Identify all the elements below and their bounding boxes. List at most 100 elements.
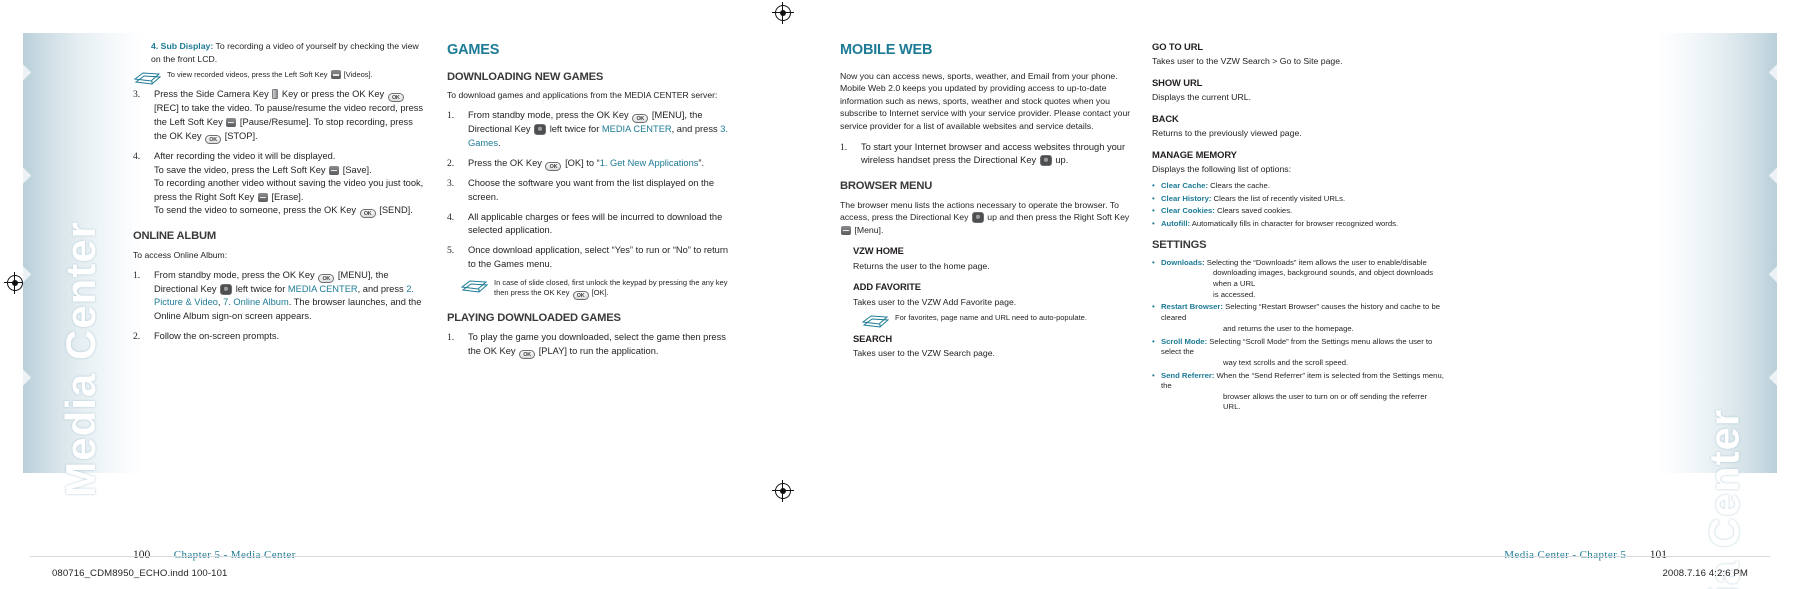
mw-step-1: 1. To start your Internet browser and ac… <box>840 141 1132 168</box>
ok-key-icon: OK <box>318 273 335 283</box>
bullet-clear-cache: Clear Cache: Clears the cache. <box>1152 180 1444 192</box>
bullet-clear-cache-desc: Clears the cache. <box>1208 180 1270 190</box>
directional-key-icon <box>220 283 233 295</box>
dl-step-2-number: 2. <box>447 157 455 169</box>
bullet-clear-history-desc: Clears the list of recently visited URLs… <box>1211 193 1346 203</box>
menu-item-show-url-desc: Displays the current URL. <box>1152 92 1251 103</box>
directional-key-icon <box>534 123 547 135</box>
menu-item-add-favorite-title: ADD FAVORITE <box>853 281 921 293</box>
sub-display-note: 4. Sub Display: To recording a video of … <box>151 40 425 65</box>
column-2: GAMES DOWNLOADING NEW GAMES To download … <box>447 40 737 365</box>
oa-step-2-number: 2. <box>133 330 141 342</box>
browser-menu-text-b: up and then press the Right Soft Key <box>984 212 1130 223</box>
bullet-clear-history: Clear History: Clears the list of recent… <box>1152 193 1444 205</box>
browser-menu-text: The browser menu lists the actions neces… <box>840 199 1132 237</box>
note-cards-icon <box>460 279 489 298</box>
ok-key-icon: OK <box>387 93 404 103</box>
bullet-clear-cookies-desc: Clears saved cookies. <box>1214 206 1293 216</box>
bullet-send-referrer: Send Referrer: When the “Send Referrer” … <box>1152 370 1444 414</box>
side-camera-key-icon <box>272 89 279 100</box>
mw-step-1-number: 1. <box>840 141 848 153</box>
heading-mobile-web: MOBILE WEB <box>840 42 933 58</box>
bullet-clear-cookies-term: Clear Cookies: <box>1161 206 1215 216</box>
playing-steps-list: 1. To play the game you downloaded, sele… <box>447 331 737 359</box>
manage-memory-bullets: Clear Cache: Clears the cache. Clear His… <box>1152 180 1444 230</box>
step-4-line-4b: [SEND]. <box>376 205 413 216</box>
sub-display-term: 4. Sub Display: <box>151 41 214 51</box>
oa-step-1-number: 1. <box>133 269 141 281</box>
mobile-web-steps-list: 1. To start your Internet browser and ac… <box>840 141 1132 168</box>
note-view-videos-b: [Videos]. <box>341 70 373 80</box>
footer-right: Media Center - Chapter 5 101 <box>1504 549 1667 561</box>
oa-step-2-text: Follow the on-screen prompts. <box>154 330 280 341</box>
dl-step-5-text: Once download application, select “Yes” … <box>468 245 729 269</box>
bullet-autofill-term: Autofill: <box>1161 219 1191 229</box>
chapter-tab-left: Media Center <box>57 221 104 497</box>
left-soft-key-icon <box>329 165 340 175</box>
step-3-a: Press the Side Camera Key <box>154 89 272 100</box>
menu-item-back-desc: Returns to the previously viewed page. <box>1152 128 1302 139</box>
step-3-number: 3. <box>133 89 141 101</box>
bullet-restart-browser-term: Restart Browser: <box>1161 302 1223 312</box>
note-favorites-text: For favorites, page name and URL need to… <box>895 313 1087 323</box>
mobile-web-intro: Now you can access news, sports, weather… <box>840 70 1131 132</box>
menu-item-go-to-url-desc: Takes user to the VZW Search > Go to Sit… <box>1152 56 1343 67</box>
note-slide-closed: In case of slide closed, first unlock th… <box>460 277 737 301</box>
menu-item-go-to-url-title: GO TO URL <box>1152 41 1204 52</box>
directional-key-icon <box>971 212 984 224</box>
dl-link-get-new-applications: 1. Get New Applications <box>599 157 699 168</box>
dl-step-1-number: 1. <box>447 109 455 121</box>
note-slide-closed-a: In case of slide closed, first unlock th… <box>494 277 728 298</box>
dl-step-5-number: 5. <box>447 245 455 257</box>
heading-browser-menu: BROWSER MENU <box>840 179 933 192</box>
bullet-scroll-mode: Scroll Mode: Selecting “Scroll Mode” fro… <box>1152 336 1444 369</box>
menu-item-manage-memory-desc: Displays the following list of options: <box>1152 164 1292 175</box>
ok-key-icon: OK <box>545 161 562 171</box>
dl-step-5: 5. Once download application, select “Ye… <box>447 244 737 271</box>
page-number-left: 100 <box>133 549 151 561</box>
note-favorites: For favorites, page name and URL need to… <box>861 313 1132 328</box>
registration-mark-top <box>772 2 794 24</box>
bullet-scroll-mode-term: Scroll Mode: <box>1161 336 1208 346</box>
print-slug-timestamp: 2008.7.16 4:2:6 PM <box>1662 568 1748 579</box>
dl-step-1-a: From standby mode, press the OK Key <box>468 109 632 120</box>
dl-step-2-b: [OK] to “ <box>562 157 600 168</box>
browser-menu-items: VZW HOME Returns the user to the home pa… <box>853 244 1132 359</box>
video-steps-list: 3. Press the Side Camera Key Key or pres… <box>133 88 425 219</box>
registration-mark-bottom <box>772 480 794 502</box>
menu-item-show-url-title: SHOW URL <box>1152 76 1203 88</box>
bullet-clear-cache-term: Clear Cache: <box>1161 180 1208 190</box>
mw-step-1-b: up. <box>1052 155 1069 166</box>
dl-step-4-number: 4. <box>447 211 455 223</box>
browser-menu-text-c: [Menu]. <box>852 224 884 235</box>
ok-key-icon: OK <box>519 349 536 359</box>
column-4: GO TO URL Takes user to the VZW Search >… <box>1152 40 1444 417</box>
dl-step-3-number: 3. <box>447 178 455 190</box>
ok-key-icon: OK <box>205 134 222 144</box>
online-album-step-2: 2. Follow the on-screen prompts. <box>133 330 425 344</box>
online-album-step-1: 1. From standby mode, press the OK Key O… <box>133 269 425 324</box>
slug-divider <box>30 556 1770 557</box>
dl-step-1-c: left twice for <box>547 123 602 134</box>
page-number-right: 101 <box>1649 549 1667 561</box>
ok-key-icon: OK <box>572 291 589 301</box>
bullet-autofill: Autofill: Automatically fills in charact… <box>1152 218 1444 230</box>
dl-step-2-c: ”. <box>698 157 705 168</box>
play-step-1-b: [PLAY] to run the application. <box>536 345 659 356</box>
note-view-videos-a: To view recorded videos, press the Left … <box>167 70 330 80</box>
oa-step-1-a: From standby mode, press the OK Key <box>154 269 318 280</box>
footer-left: 100 Chapter 5 - Media Center <box>133 549 296 561</box>
left-soft-key-icon <box>330 70 341 80</box>
step-3-b: Key or press the OK Key <box>279 89 387 100</box>
heading-games: GAMES <box>447 42 500 58</box>
step-3: 3. Press the Side Camera Key Key or pres… <box>133 88 425 144</box>
heading-playing-downloaded-games: PLAYING DOWNLOADED GAMES <box>447 312 621 325</box>
menu-item-vzw-home-desc: Returns the user to the home page. <box>853 260 990 271</box>
dl-step-1: 1. From standby mode, press the OK Key O… <box>447 109 737 150</box>
bullet-downloads-term: Downloads: <box>1161 257 1205 267</box>
bullet-restart-browser: Restart Browser: Selecting “Restart Brow… <box>1152 301 1444 334</box>
ok-key-icon: OK <box>359 209 376 219</box>
step-4-line-2a: To save the video, press the Left Soft K… <box>154 164 329 175</box>
downloading-steps-list: 1. From standby mode, press the OK Key O… <box>447 109 737 272</box>
step-4-line-3b: [Erase]. <box>268 191 304 202</box>
